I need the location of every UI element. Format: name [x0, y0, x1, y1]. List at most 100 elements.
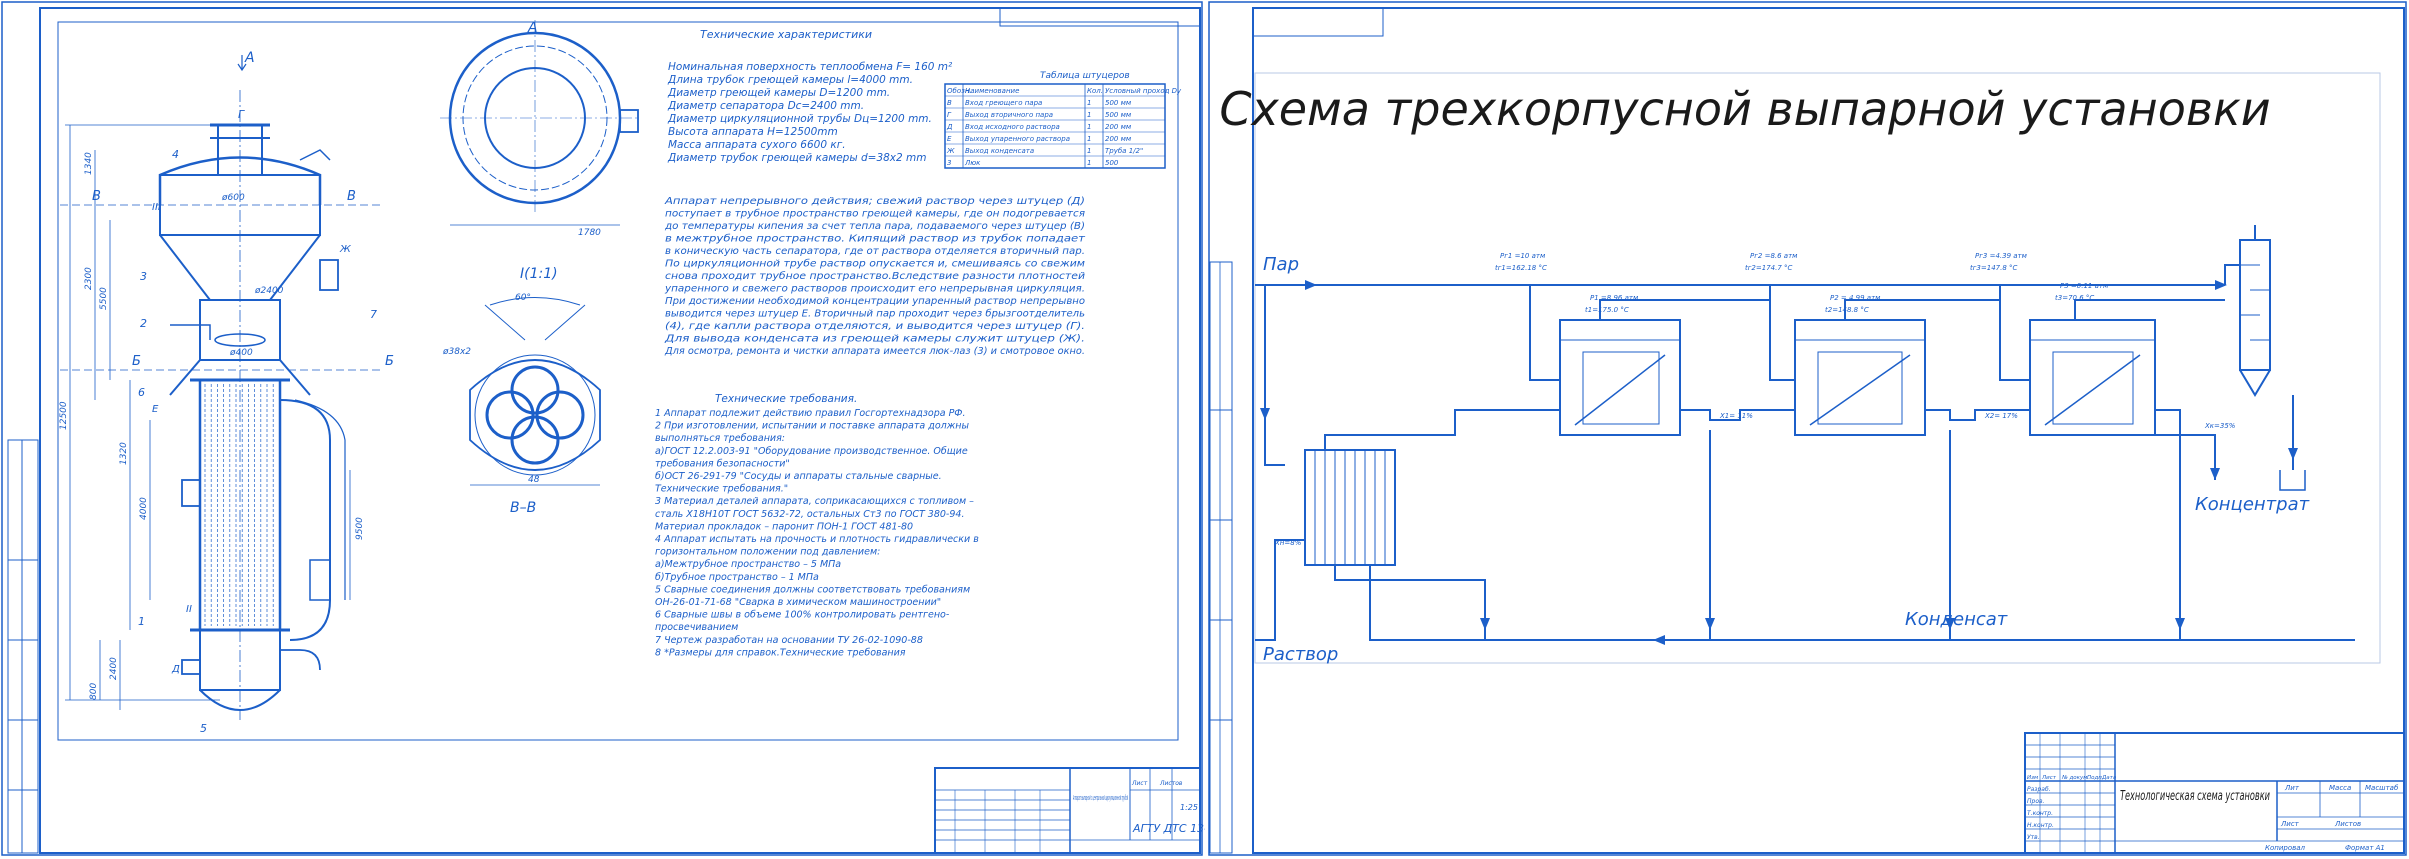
spec-line: Длина трубок греющей камеры l=4000 mm. [667, 74, 913, 86]
drawing-sheet-scheme: Схема трехкорпусной выпарной установки П… [1205, 0, 2409, 859]
dim-pitch: 48 [528, 475, 540, 485]
requirement-line: просвечиванием [655, 622, 738, 633]
nozzle-table-cell: 200 мм [1105, 123, 1132, 131]
evaporator-vessel [158, 123, 346, 711]
drawing-sheet-evaporator: 12500 1340 2300 5500 1320 4000 9500 2400… [0, 0, 1205, 859]
anno-x1: X1= 11% [1719, 412, 1753, 420]
spec-line: Диаметр сепаратора Dс=2400 mm. [667, 100, 864, 112]
dim-angle: 60° [515, 293, 531, 303]
stamp2-col-lit: Лит [2284, 784, 2300, 792]
dim-tube-d: ø38х2 [442, 347, 471, 357]
anno-p2: Р2 = 4.99 атм [1830, 294, 1881, 302]
anno-t1: t1=175.0 °C [1585, 306, 1629, 314]
section-v-left: B [92, 189, 101, 204]
stamp2-col-mass: Масса [2329, 784, 2351, 792]
dim-h1: 1340 [84, 152, 94, 175]
description-line: до температуры кипения за счет тепла пар… [664, 221, 1085, 232]
description-line: в коническую часть сепаратора, где от ра… [665, 246, 1085, 257]
label-roman3: III [152, 202, 161, 213]
nozzle-7 [319, 259, 339, 291]
stamp-doc-number: АГТУ ДТС 13-4-1 [1132, 822, 1205, 835]
spec-line: Диаметр греющей камеры D=1200 mm. [667, 87, 890, 99]
sheet2-corner-box [1252, 7, 1384, 37]
requirement-line: Технические требования." [655, 484, 788, 495]
dim-d3: ø400 [229, 348, 253, 358]
description-line: При достижении необходимой концентрации … [665, 295, 1085, 307]
scheme-title: Схема трехкорпусной выпарной установки [1219, 82, 2270, 136]
requirement-line: сталь Х18Н10Т ГОСТ 5632-72, остальных Ст… [655, 509, 964, 520]
nozzle-table-cell: Выход упаренного раствора [965, 135, 1070, 143]
requirement-line: 5 Сварные соединения должны соответствов… [655, 584, 970, 595]
description-line: упаренного и свежего растворов происходи… [664, 284, 1085, 295]
stamp2-row-label: Утв. [2027, 834, 2040, 841]
anno-p1: Р1 =8.96 атм [1590, 294, 1639, 302]
requirement-line: выполняться требования: [655, 433, 785, 444]
nozzle-table-cell: 500 [1105, 159, 1119, 167]
dim-h4: 1320 [119, 442, 129, 465]
stamp-sheets: Листов [1159, 780, 1183, 787]
heating-tubes [204, 384, 274, 626]
anno-xk: Xк=35% [2204, 422, 2236, 430]
stamp2-row-labels: Изм Лист № докум.Подп.ДатаРазраб.Пров.Т.ко… [2027, 775, 2117, 841]
anno-tg2: tг2=174.7 °C [1745, 264, 1793, 272]
nozzle-table-cell: 1 [1087, 123, 1091, 131]
label-n2: 2 [140, 317, 147, 330]
process-flow [1255, 264, 2355, 641]
requirement-line: 3 Материал деталей аппарата, соприкасающ… [655, 496, 974, 507]
nozzle-table-cell: В [947, 99, 952, 107]
requirement-line: 7 Чертеж разработан на основании ТУ 26-0… [655, 635, 923, 646]
requirement-line: 6 Сварные швы в объеме 100% контролирова… [655, 610, 950, 621]
stamp2-format: Формат А1 [2345, 844, 2385, 852]
description-line: Для вывода конденсата из греющей камеры … [664, 334, 1085, 345]
nozzle-table-cell: Труба 1/2" [1105, 147, 1143, 155]
view-i-label: I(1:1) [520, 266, 558, 282]
nozzle-v [181, 479, 201, 507]
spec-line: Масса аппарата сухого 6600 кг. [668, 139, 846, 151]
nozzle-table-cell: 500 мм [1105, 111, 1132, 119]
label-n4: 4 [172, 148, 179, 161]
anno-pg2: Рг2 =8.6 атм [1750, 252, 1798, 260]
label-n7: 7 [370, 308, 377, 321]
stamp-title: Аппарат выпарной с центральной циркуляци… [1073, 794, 1128, 802]
dim-h2: 2300 [84, 267, 94, 290]
nozzle-table-cell: 1 [1087, 99, 1091, 107]
description-line: выводится через штуцер Е. Вторичный пар … [665, 308, 1085, 320]
stamp2-row-label: Пров. [2027, 798, 2045, 805]
requirement-line: а)ГОСТ 12.2.003-91 "Оборудование произво… [655, 446, 968, 457]
stamp2-sheet: Лист [2280, 820, 2300, 828]
requirement-line: б)ОСТ 26-291-79 "Сосуды и аппараты сталь… [655, 471, 942, 482]
requirement-line: 1 Аппарат подлежит действию правил Госго… [655, 408, 966, 419]
view-a-label: A [527, 20, 538, 36]
nozzle-g-label: Г [238, 108, 245, 121]
dim-h8: 800 [89, 683, 99, 700]
requirement-line: Материал прокладок – паронит ПОН-1 ГОСТ … [655, 521, 913, 532]
requirement-line: а)Межтрубное пространство – 5 МПа [655, 559, 841, 570]
nozzle-table-cell: 1 [1087, 147, 1091, 155]
stamp2-copied: Копировал [2265, 844, 2306, 852]
section-b-left: Б [132, 354, 141, 369]
left-strip [7, 439, 39, 854]
nozzle-table-title: Таблица штуцеров [1040, 71, 1130, 81]
nozzle-table-cell: 1 [1087, 111, 1091, 119]
stamp2-title: Технологическая схема установки [2120, 789, 2270, 804]
description-line: поступает в трубное пространство греющей… [665, 208, 1085, 220]
label-condensate: Конденсат [1905, 609, 2008, 630]
nozzle-table-cell: Д [946, 123, 953, 131]
spec-line: Диаметр трубок греющей камеры d=38x2 mm [667, 152, 927, 164]
nozzle-table-header: Кол. [1087, 87, 1103, 95]
anno-p3: Р3 =0.11 атм [2060, 282, 2109, 290]
flow-arrows [1260, 280, 2298, 645]
stamp2-row-label: Разраб. [2027, 786, 2051, 793]
process-description: Аппарат непрерывного действия; свежий ра… [664, 196, 1086, 357]
description-line: (4), где капли раствора отделяются, и вы… [665, 321, 1085, 332]
stamp-sheet: Лист [1131, 780, 1148, 787]
tech-specs-title: Технические характеристики [700, 28, 872, 41]
requirement-line: 2 При изготовлении, испытании и поставке… [655, 421, 969, 432]
label-n5: 5 [200, 722, 207, 735]
nozzle-table-cell: Вход исходного раствора [965, 123, 1060, 131]
stamp2-col-scale: Масштаб [2365, 784, 2399, 792]
evaporator-3 [2029, 319, 2156, 436]
dim-top-w: 1780 [578, 228, 601, 238]
label-n3: 3 [140, 270, 147, 283]
label-concentrate: Концентрат [2195, 494, 2310, 515]
